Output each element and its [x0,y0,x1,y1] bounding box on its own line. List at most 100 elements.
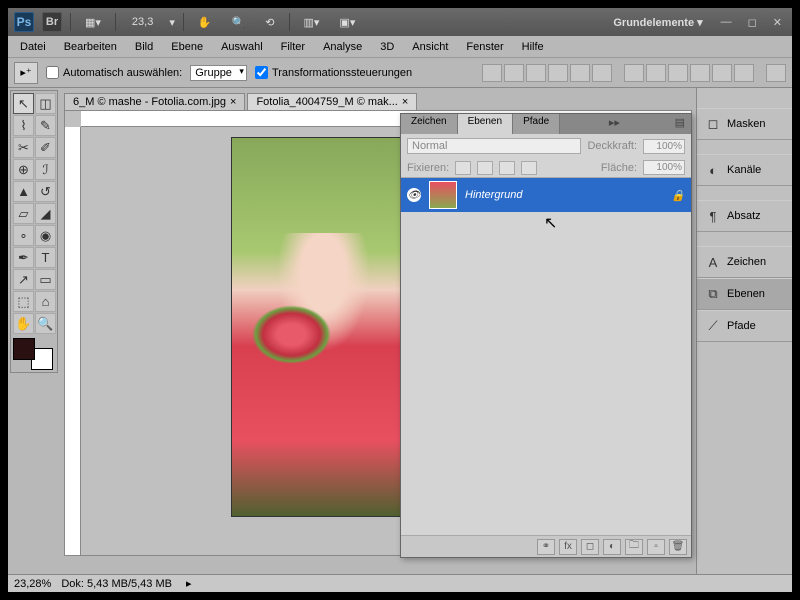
link-layers-button[interactable]: ⚭ [537,539,555,555]
lock-all-button[interactable] [521,161,537,175]
brush-tool[interactable]: ℐ [35,159,56,180]
blend-mode-select[interactable]: Normal [407,138,581,154]
close-icon[interactable]: ✕ [769,16,786,29]
menu-help[interactable]: Hilfe [514,39,552,55]
menu-analysis[interactable]: Analyse [315,39,370,55]
move-tool[interactable]: ↖ [13,93,34,114]
auto-align-button[interactable] [766,64,786,82]
shape-tool[interactable]: ▭ [35,269,56,290]
foreground-color[interactable] [13,338,35,360]
distribute-button[interactable] [690,64,710,82]
zoom-tool[interactable]: 🔍 [35,313,56,334]
workspace-selector[interactable]: Grundelemente ▾ [613,16,708,29]
align-button[interactable] [504,64,524,82]
delete-layer-button[interactable]: 🗑 [669,539,687,555]
dock-channels[interactable]: ◐Kanäle [697,154,792,186]
blur-tool[interactable]: ∘ [13,225,34,246]
opacity-input[interactable]: 100% [643,139,685,154]
align-button[interactable] [548,64,568,82]
align-button[interactable] [482,64,502,82]
auto-select-type[interactable]: Gruppe [190,65,247,81]
menu-3d[interactable]: 3D [372,39,402,55]
type-tool[interactable]: T [35,247,56,268]
stamp-tool[interactable]: ▲ [13,181,34,202]
panel-tab-character[interactable]: Zeichen [401,114,458,134]
distribute-button[interactable] [734,64,754,82]
distribute-button[interactable] [646,64,666,82]
layer-visibility-icon[interactable]: 👁 [407,188,421,202]
distribute-button[interactable] [668,64,688,82]
transform-controls-checkbox[interactable]: Transformationssteuerungen [255,66,412,79]
crop-tool[interactable]: ✂ [13,137,34,158]
eraser-tool[interactable]: ▱ [13,203,34,224]
history-brush-tool[interactable]: ↺ [35,181,56,202]
auto-select-checkbox[interactable]: Automatisch auswählen: [46,66,182,79]
arrange-icon[interactable]: ▥▾ [298,14,326,31]
align-button[interactable] [570,64,590,82]
color-swatch[interactable] [13,338,53,370]
menu-window[interactable]: Fenster [458,39,511,55]
layer-mask-button[interactable]: ◻ [581,539,599,555]
menu-image[interactable]: Bild [127,39,161,55]
panel-menu-icon[interactable]: ▤ [669,114,691,134]
maximize-icon[interactable]: ◻ [744,16,761,29]
align-button[interactable] [592,64,612,82]
document-tab[interactable]: Fotolia_4004759_M © mak...× [247,93,417,110]
status-zoom[interactable]: 23,28% [14,578,51,590]
dodge-tool[interactable]: ◉ [35,225,56,246]
menu-filter[interactable]: Filter [273,39,313,55]
layer-row[interactable]: 👁 Hintergrund 🔒 [401,178,691,212]
marquee-tool[interactable]: ◫ [35,93,56,114]
menu-select[interactable]: Auswahl [213,39,271,55]
lock-transparency-button[interactable] [455,161,471,175]
menu-file[interactable]: Datei [12,39,54,55]
layout-dropdown[interactable]: ▦▾ [79,14,107,31]
layer-name[interactable]: Hintergrund [465,189,522,201]
dock-paragraph[interactable]: ¶Absatz [697,200,792,232]
dock-paths[interactable]: ⟋Pfade [697,310,792,342]
menu-view[interactable]: Ansicht [404,39,456,55]
dock-masks[interactable]: ◻Masken [697,108,792,140]
panel-collapse-icon[interactable]: ▸▸ [603,114,626,134]
align-button[interactable] [526,64,546,82]
zoom-tool-icon[interactable]: 🔍 [226,14,252,31]
ruler-vertical[interactable] [65,127,81,555]
new-layer-button[interactable]: ▫ [647,539,665,555]
zoom-display[interactable]: 23,3 [124,16,161,28]
hand-tool[interactable]: ✋ [13,313,34,334]
lasso-tool[interactable]: ⌇ [13,115,34,136]
healing-tool[interactable]: ⊕ [13,159,34,180]
menu-layer[interactable]: Ebene [163,39,211,55]
panel-tab-layers[interactable]: Ebenen [458,114,513,134]
menu-edit[interactable]: Bearbeiten [56,39,125,55]
screen-mode-icon[interactable]: ▣▾ [333,14,361,31]
fill-input[interactable]: 100% [643,160,685,175]
close-tab-icon[interactable]: × [402,96,408,108]
panel-tab-paths[interactable]: Pfade [513,114,560,134]
tool-preset-button[interactable]: ▸⁺ [14,62,38,84]
adjustment-layer-button[interactable]: ◐ [603,539,621,555]
minimize-icon[interactable]: — [717,16,736,28]
path-select-tool[interactable]: ↗ [13,269,34,290]
3d-camera-tool[interactable]: ⌂ [35,291,56,312]
dock-character[interactable]: AZeichen [697,246,792,278]
bridge-icon[interactable]: Br [42,12,62,32]
eyedropper-tool[interactable]: ✐ [35,137,56,158]
lock-pixels-button[interactable] [477,161,493,175]
gradient-tool[interactable]: ◢ [35,203,56,224]
hand-tool-icon[interactable]: ✋ [192,14,218,31]
layer-style-button[interactable]: fx [559,539,577,555]
distribute-button[interactable] [624,64,644,82]
3d-tool[interactable]: ⬚ [13,291,34,312]
rotate-view-icon[interactable]: ⟲ [259,14,280,31]
status-arrow-icon[interactable]: ▸ [186,577,192,590]
status-doc-info[interactable]: Dok: 5,43 MB/5,43 MB [61,578,172,590]
document-tab[interactable]: 6_M © mashe - Fotolia.com.jpg× [64,93,245,110]
lock-position-button[interactable] [499,161,515,175]
document-image[interactable] [231,137,416,517]
distribute-button[interactable] [712,64,732,82]
dock-layers[interactable]: ⧉Ebenen [697,278,792,310]
layer-thumbnail[interactable] [429,181,457,209]
close-tab-icon[interactable]: × [230,96,236,108]
quick-select-tool[interactable]: ✎ [35,115,56,136]
